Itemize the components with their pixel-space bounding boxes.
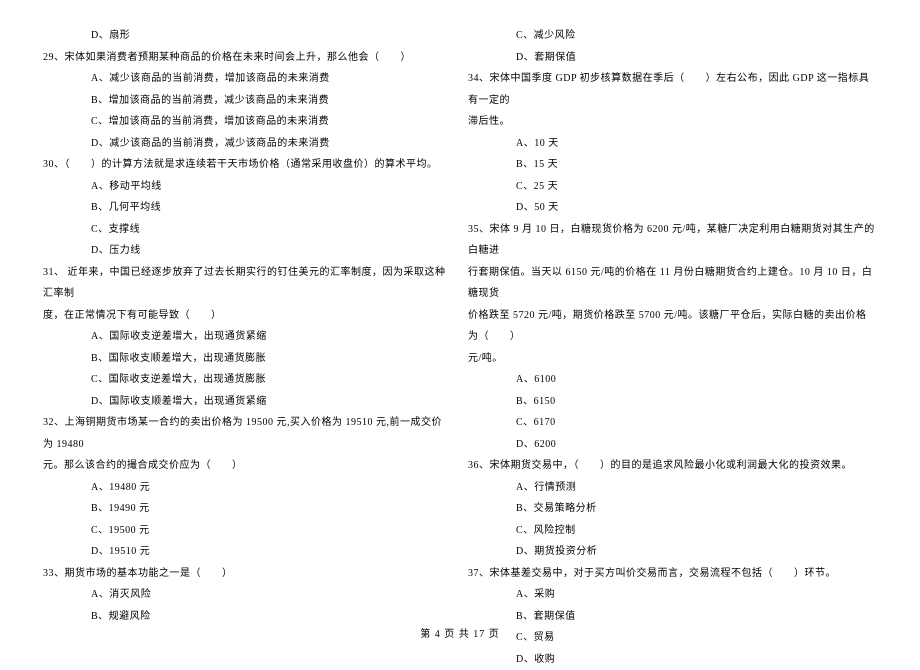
q33-option-a: A、消灭风险 xyxy=(43,584,452,606)
q35-option-c: C、6170 xyxy=(468,412,877,434)
left-column: D、扇形 29、宋体如果消费者预期某种商品的价格在未来时间会上升，那么他会（ ）… xyxy=(35,25,460,618)
q30-option-a: A、移动平均线 xyxy=(43,176,452,198)
q33-option-b: B、规避风险 xyxy=(43,606,452,628)
q30-option-c: C、支撑线 xyxy=(43,219,452,241)
q37-option-b: B、套期保值 xyxy=(468,606,877,628)
q33-option-c: C、减少风险 xyxy=(468,25,877,47)
q36-stem: 36、宋体期货交易中，（ ）的目的是追求风险最小化或利润最大化的投资效果。 xyxy=(468,455,877,477)
q34-option-a: A、10 天 xyxy=(468,133,877,155)
q37-option-d: D、收购 xyxy=(468,649,877,670)
q37-option-a: A、采购 xyxy=(468,584,877,606)
q32-option-d: D、19510 元 xyxy=(43,541,452,563)
q29-stem: 29、宋体如果消费者预期某种商品的价格在未来时间会上升，那么他会（ ） xyxy=(43,47,452,69)
q33-option-d: D、套期保值 xyxy=(468,47,877,69)
page-content: D、扇形 29、宋体如果消费者预期某种商品的价格在未来时间会上升，那么他会（ ）… xyxy=(0,0,920,618)
right-column: C、减少风险 D、套期保值 34、宋体中国季度 GDP 初步核算数据在季后（ ）… xyxy=(460,25,885,618)
q35-option-a: A、6100 xyxy=(468,369,877,391)
q31-stem-line2: 度，在正常情况下有可能导致（ ） xyxy=(43,305,452,327)
q35-stem-line4: 元/吨。 xyxy=(468,348,877,370)
q37-stem: 37、宋体基差交易中，对于买方叫价交易而言，交易流程不包括（ ）环节。 xyxy=(468,563,877,585)
q32-option-c: C、19500 元 xyxy=(43,520,452,542)
q32-option-b: B、19490 元 xyxy=(43,498,452,520)
q31-option-d: D、国际收支顺差增大，出现通货紧缩 xyxy=(43,391,452,413)
q30-stem: 30、（ ）的计算方法就是求连续若干天市场价格（通常采用收盘价）的算术平均。 xyxy=(43,154,452,176)
q31-stem-line1: 31、 近年来，中国已经逐步放弃了过去长期实行的钉住美元的汇率制度，因为采取这种… xyxy=(43,262,452,305)
q36-option-c: C、风险控制 xyxy=(468,520,877,542)
q30-option-d: D、压力线 xyxy=(43,240,452,262)
q32-stem-line1: 32、上海铜期货市场某一合约的卖出价格为 19500 元,买入价格为 19510… xyxy=(43,412,452,455)
q29-option-c: C、增加该商品的当前消费，增加该商品的未来消费 xyxy=(43,111,452,133)
q36-option-b: B、交易策略分析 xyxy=(468,498,877,520)
q31-option-b: B、国际收支顺差增大，出现通货膨胀 xyxy=(43,348,452,370)
q32-option-a: A、19480 元 xyxy=(43,477,452,499)
q36-option-d: D、期货投资分析 xyxy=(468,541,877,563)
q28-option-d: D、扇形 xyxy=(43,25,452,47)
q34-option-b: B、15 天 xyxy=(468,154,877,176)
q34-option-c: C、25 天 xyxy=(468,176,877,198)
q34-option-d: D、50 天 xyxy=(468,197,877,219)
q29-option-d: D、减少该商品的当前消费，减少该商品的未来消费 xyxy=(43,133,452,155)
q32-stem-line2: 元。那么该合约的撮合成交价应为（ ） xyxy=(43,455,452,477)
q35-option-d: D、6200 xyxy=(468,434,877,456)
page-footer: 第 4 页 共 17 页 xyxy=(0,625,920,640)
q31-option-c: C、国际收支逆差增大，出现通货膨胀 xyxy=(43,369,452,391)
q29-option-b: B、增加该商品的当前消费，减少该商品的未来消费 xyxy=(43,90,452,112)
q35-stem-line2: 行套期保值。当天以 6150 元/吨的价格在 11 月份白糖期货合约上建仓。10… xyxy=(468,262,877,305)
q30-option-b: B、几何平均线 xyxy=(43,197,452,219)
q33-stem: 33、期货市场的基本功能之一是（ ） xyxy=(43,563,452,585)
q35-option-b: B、6150 xyxy=(468,391,877,413)
q34-stem-line1: 34、宋体中国季度 GDP 初步核算数据在季后（ ）左右公布，因此 GDP 这一… xyxy=(468,68,877,111)
q36-option-a: A、行情预测 xyxy=(468,477,877,499)
q35-stem-line1: 35、宋体 9 月 10 日，白糖现货价格为 6200 元/吨，某糖厂决定利用白… xyxy=(468,219,877,262)
q29-option-a: A、减少该商品的当前消费，增加该商品的未来消费 xyxy=(43,68,452,90)
q34-stem-line2: 滞后性。 xyxy=(468,111,877,133)
q35-stem-line3: 价格跌至 5720 元/吨，期货价格跌至 5700 元/吨。该糖厂平仓后，实际白… xyxy=(468,305,877,348)
q31-option-a: A、国际收支逆差增大，出现通货紧缩 xyxy=(43,326,452,348)
